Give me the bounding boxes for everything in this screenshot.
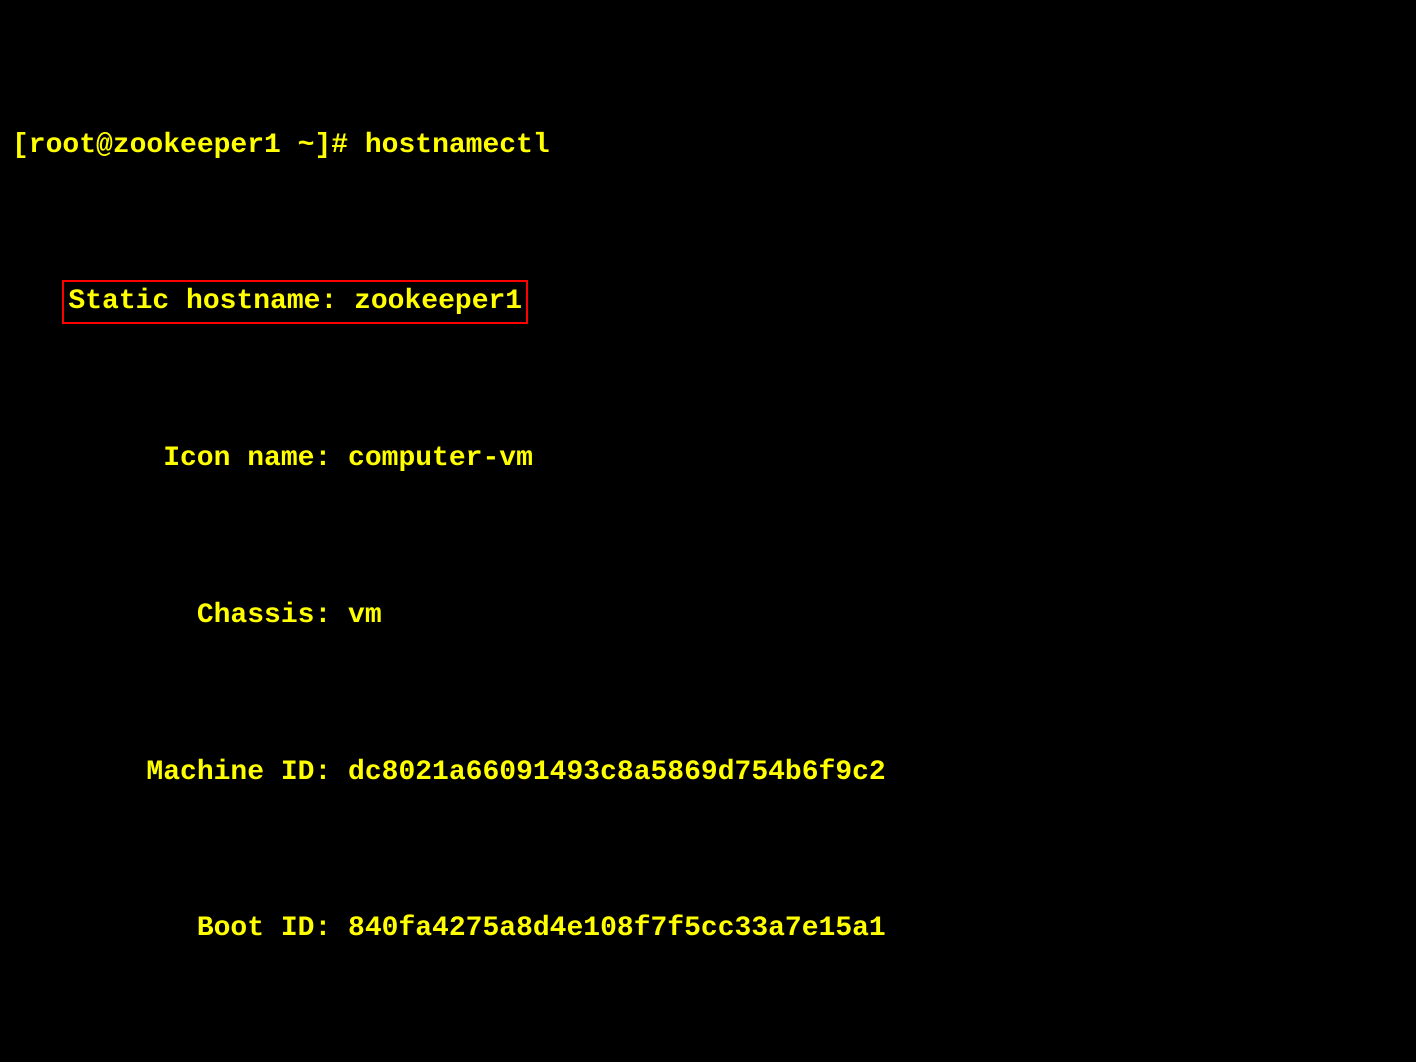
field-label: Machine ID bbox=[12, 753, 314, 792]
output-line-static-hostname: Static hostname: zookeeper1 bbox=[12, 282, 1404, 321]
field-sep: : bbox=[314, 600, 348, 631]
output-line-icon-name: Icon name: computer-vm bbox=[12, 439, 1404, 478]
field-value: vm bbox=[348, 596, 382, 635]
field-label: Icon name bbox=[12, 439, 314, 478]
field-sep: : bbox=[314, 913, 348, 944]
output-line-chassis: Chassis: vm bbox=[12, 596, 1404, 635]
field-label: Chassis bbox=[12, 596, 314, 635]
field-sep: : bbox=[314, 443, 348, 474]
field-value: dc8021a66091493c8a5869d754b6f9c2 bbox=[348, 753, 886, 792]
field-value: zookeeper1 bbox=[354, 286, 522, 317]
output-line-machine-id: Machine ID: dc8021a66091493c8a5869d754b6… bbox=[12, 753, 1404, 792]
typed-command: hostnamectl bbox=[365, 130, 550, 161]
field-sep: : bbox=[314, 757, 348, 788]
field-label: Boot ID bbox=[12, 909, 314, 948]
field-label: Static hostname bbox=[68, 286, 320, 317]
field-sep: : bbox=[320, 286, 354, 317]
terminal-window[interactable]: [root@zookeeper1 ~]# hostnamectl Static … bbox=[12, 8, 1404, 1062]
command-line: [root@zookeeper1 ~]# hostnamectl bbox=[12, 126, 1404, 165]
shell-prompt: [root@zookeeper1 ~]# bbox=[12, 130, 365, 161]
highlight-box: Static hostname: zookeeper1 bbox=[62, 280, 528, 323]
output-line-boot-id: Boot ID: 840fa4275a8d4e108f7f5cc33a7e15a… bbox=[12, 909, 1404, 948]
field-value: 840fa4275a8d4e108f7f5cc33a7e15a1 bbox=[348, 909, 886, 948]
field-value: computer-vm bbox=[348, 439, 533, 478]
